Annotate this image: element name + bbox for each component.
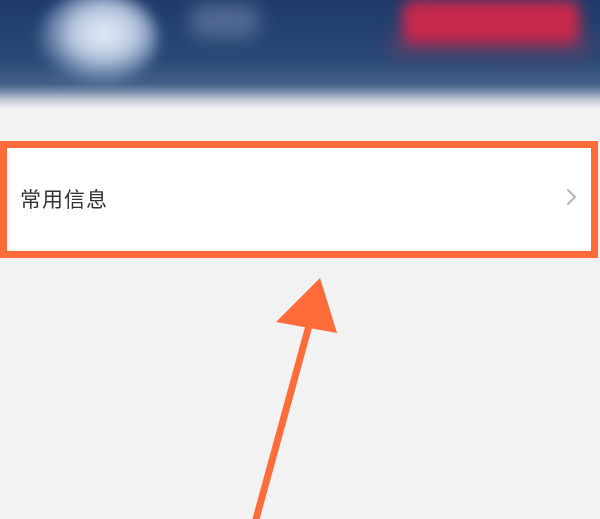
header-fade (0, 84, 600, 108)
list-item-label: 常用信息 (20, 188, 108, 212)
header-action-button[interactable] (402, 0, 580, 44)
arrow-head (276, 278, 337, 333)
profile-header (0, 0, 600, 108)
chevron-right-icon (567, 189, 576, 205)
arrow-shaft (252, 296, 320, 519)
avatar[interactable] (38, 0, 158, 84)
username-blurred (190, 4, 260, 38)
list-item-common-info[interactable]: 常用信息 (6, 148, 591, 250)
screen: 常用信息 (0, 0, 600, 519)
